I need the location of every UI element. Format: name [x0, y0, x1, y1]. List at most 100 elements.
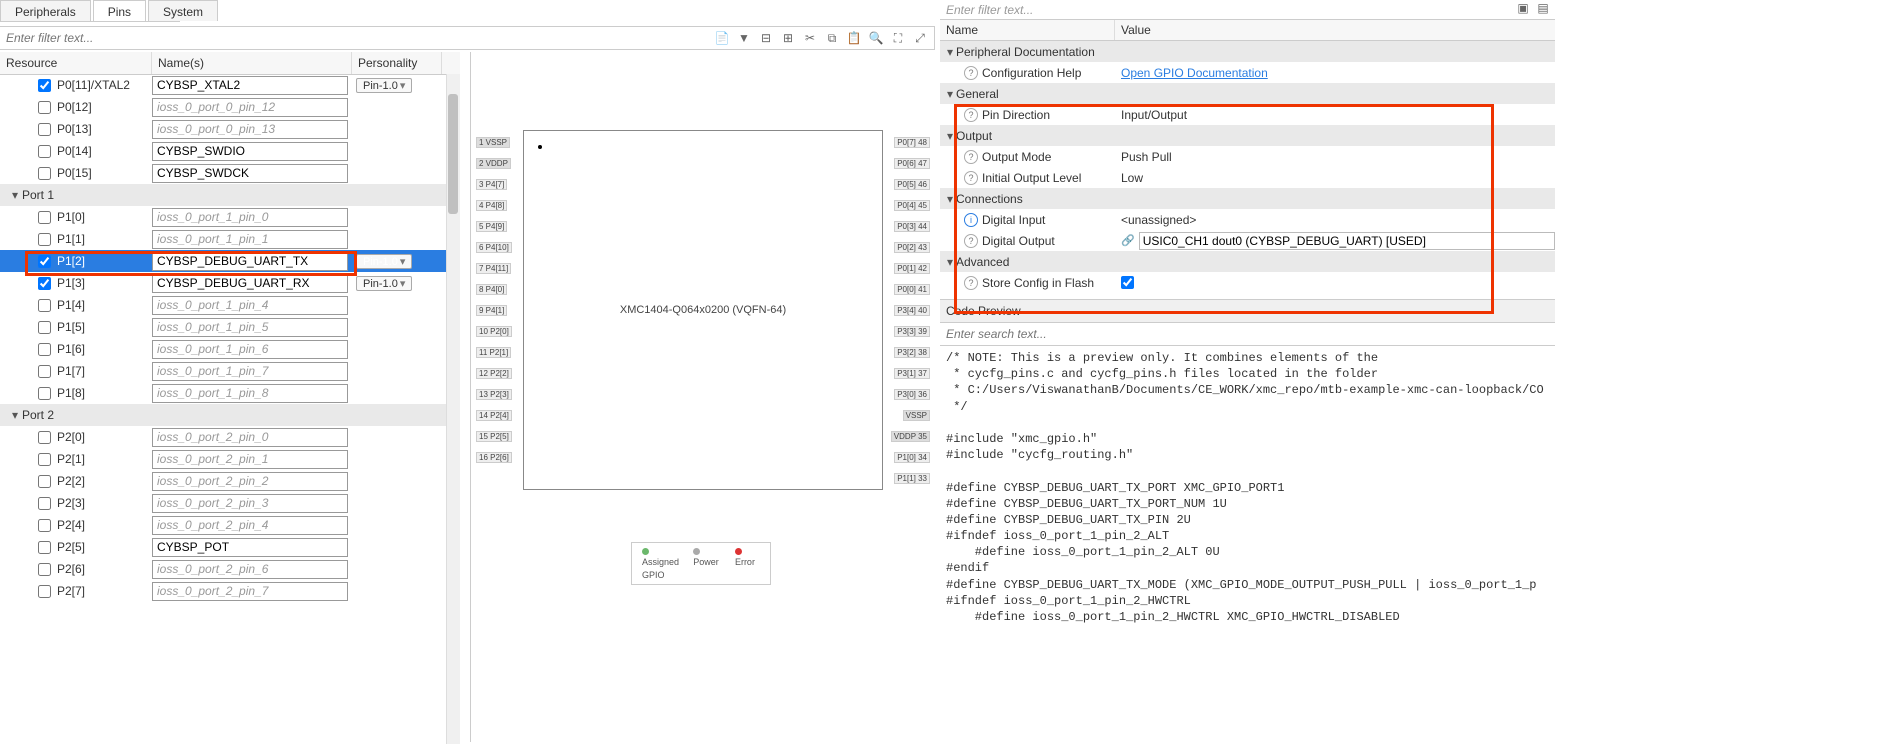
chip-pin-right[interactable]: P1[0] 34 — [894, 452, 930, 463]
pin-enable-checkbox[interactable] — [38, 497, 51, 510]
val-output-mode[interactable]: Push Pull — [1121, 150, 1172, 164]
chip-pin-left[interactable]: 15 P2[5] — [476, 431, 512, 442]
pin-name-input[interactable] — [152, 362, 348, 381]
right-tool1-icon[interactable]: ▣ — [1515, 0, 1531, 16]
chip-pin-left[interactable]: 10 P2[0] — [476, 326, 512, 337]
chip-pin-right[interactable]: VDDP 35 — [891, 431, 930, 442]
tree-row[interactable]: P1[8] — [0, 382, 460, 404]
right-filter-input[interactable]: Enter filter text... — [940, 0, 1555, 20]
tree-row[interactable]: P1[6] — [0, 338, 460, 360]
pin-name-input[interactable] — [152, 98, 348, 117]
chip-pin-right[interactable]: P0[0] 41 — [894, 284, 930, 295]
chip-pin-left[interactable]: 9 P4[1] — [476, 305, 507, 316]
pin-enable-checkbox[interactable] — [38, 299, 51, 312]
pin-name-input[interactable] — [152, 560, 348, 579]
tree-row[interactable]: P0[11]/XTAL2Pin-1.0▾ — [0, 74, 460, 96]
tree-scrollbar[interactable] — [448, 94, 458, 214]
pin-name-input[interactable] — [152, 318, 348, 337]
copy-icon[interactable]: ⧉ — [824, 30, 840, 46]
pin-name-input[interactable] — [152, 252, 348, 271]
zoom-icon[interactable]: 🔍 — [868, 30, 884, 46]
pin-name-input[interactable] — [152, 296, 348, 315]
chip-pin-left[interactable]: 6 P4[10] — [476, 242, 512, 253]
val-digital-output[interactable] — [1139, 232, 1555, 250]
pin-enable-checkbox[interactable] — [38, 211, 51, 224]
chip-pin-left[interactable]: 12 P2[2] — [476, 368, 512, 379]
chip-pin-left[interactable]: 14 P2[4] — [476, 410, 512, 421]
chip-pin-left[interactable]: 7 P4[11] — [476, 263, 511, 274]
cat-periph-doc[interactable]: Peripheral Documentation — [956, 45, 1095, 59]
tab-peripherals[interactable]: Peripherals — [0, 0, 91, 21]
tree-row[interactable]: P2[3] — [0, 492, 460, 514]
chip-pin-right[interactable]: VSSP — [903, 410, 930, 421]
pin-enable-checkbox[interactable] — [38, 387, 51, 400]
tree-row[interactable]: P1[1] — [0, 228, 460, 250]
chip-pin-left[interactable]: 5 P4[9] — [476, 221, 507, 232]
tree-row[interactable]: P2[4] — [0, 514, 460, 536]
chip-pin-right[interactable]: P0[2] 43 — [894, 242, 930, 253]
paste-icon[interactable]: 📋 — [846, 30, 862, 46]
pin-name-input[interactable] — [152, 494, 348, 513]
cat-connections[interactable]: Connections — [956, 192, 1023, 206]
pin-enable-checkbox[interactable] — [38, 343, 51, 356]
col-resource[interactable]: Resource — [0, 52, 152, 74]
chk-store-config[interactable] — [1121, 276, 1134, 289]
pin-enable-checkbox[interactable] — [38, 453, 51, 466]
tree-row[interactable]: P0[15] — [0, 162, 460, 184]
chip-pin-right[interactable]: P0[3] 44 — [894, 221, 930, 232]
pin-name-input[interactable] — [152, 142, 348, 161]
notes-icon[interactable]: 📄 — [714, 30, 730, 46]
chip-pin-right[interactable]: P0[5] 46 — [894, 179, 930, 190]
tree-row[interactable]: P1[5] — [0, 316, 460, 338]
chip-pin-left[interactable]: 13 P2[3] — [476, 389, 512, 400]
pin-name-input[interactable] — [152, 164, 348, 183]
chip-pin-right[interactable]: P3[4] 40 — [894, 305, 930, 316]
pin-name-input[interactable] — [152, 450, 348, 469]
pin-name-input[interactable] — [152, 76, 348, 95]
personality-dropdown[interactable]: Pin-1.0▾ — [356, 78, 412, 93]
pin-enable-checkbox[interactable] — [38, 167, 51, 180]
tree-row[interactable]: P0[12] — [0, 96, 460, 118]
chip-pin-right[interactable]: P1[1] 33 — [894, 473, 930, 484]
pin-name-input[interactable] — [152, 384, 348, 403]
pin-enable-checkbox[interactable] — [38, 321, 51, 334]
pin-name-input[interactable] — [152, 538, 348, 557]
pin-name-input[interactable] — [152, 120, 348, 139]
pin-name-input[interactable] — [152, 428, 348, 447]
tree-row[interactable]: P0[13] — [0, 118, 460, 140]
tree-row[interactable]: P2[1] — [0, 448, 460, 470]
link-open-gpio-doc[interactable]: Open GPIO Documentation — [1121, 66, 1268, 80]
pin-enable-checkbox[interactable] — [38, 563, 51, 576]
pin-enable-checkbox[interactable] — [38, 365, 51, 378]
tree-row[interactable]: P2[6] — [0, 558, 460, 580]
chip-pin-left[interactable]: 4 P4[8] — [476, 200, 507, 211]
chip-pin-left[interactable]: 16 P2[6] — [476, 452, 512, 463]
prop-col-name[interactable]: Name — [940, 20, 1115, 40]
chip-pin-right[interactable]: P0[6] 47 — [894, 158, 930, 169]
tree-group[interactable]: ▾Port 1 — [0, 184, 460, 206]
filter-icon[interactable]: ▼ — [736, 30, 752, 46]
tree-row[interactable]: P2[2] — [0, 470, 460, 492]
chip-pin-right[interactable]: P3[2] 38 — [894, 347, 930, 358]
cat-advanced[interactable]: Advanced — [956, 255, 1009, 269]
chip-pin-left[interactable]: 1 VSSP — [476, 137, 510, 148]
chip-pin-right[interactable]: P0[1] 42 — [894, 263, 930, 274]
chip-pin-left[interactable]: 11 P2[1] — [476, 347, 511, 358]
code-search-input[interactable] — [946, 327, 1549, 341]
pin-enable-checkbox[interactable] — [38, 101, 51, 114]
tree-row[interactable]: P1[2]Pin-1.0▾ — [0, 250, 460, 272]
tab-pins[interactable]: Pins — [93, 0, 146, 21]
expand-icon[interactable]: ⊞ — [780, 30, 796, 46]
pin-enable-checkbox[interactable] — [38, 255, 51, 268]
chip-pin-right[interactable]: P0[4] 45 — [894, 200, 930, 211]
fullscreen-icon[interactable]: ⤢ — [912, 30, 928, 46]
cat-output[interactable]: Output — [956, 129, 992, 143]
personality-dropdown[interactable]: Pin-1.0▾ — [356, 254, 412, 269]
cat-general[interactable]: General — [956, 87, 999, 101]
chip-pin-right[interactable]: P3[1] 37 — [894, 368, 930, 379]
resource-tree[interactable]: P0[11]/XTAL2Pin-1.0▾P0[12]P0[13]P0[14]P0… — [0, 74, 460, 744]
val-pin-direction[interactable]: Input/Output — [1121, 108, 1187, 122]
pin-name-input[interactable] — [152, 582, 348, 601]
prop-col-value[interactable]: Value — [1115, 20, 1157, 40]
tree-row[interactable]: P1[4] — [0, 294, 460, 316]
